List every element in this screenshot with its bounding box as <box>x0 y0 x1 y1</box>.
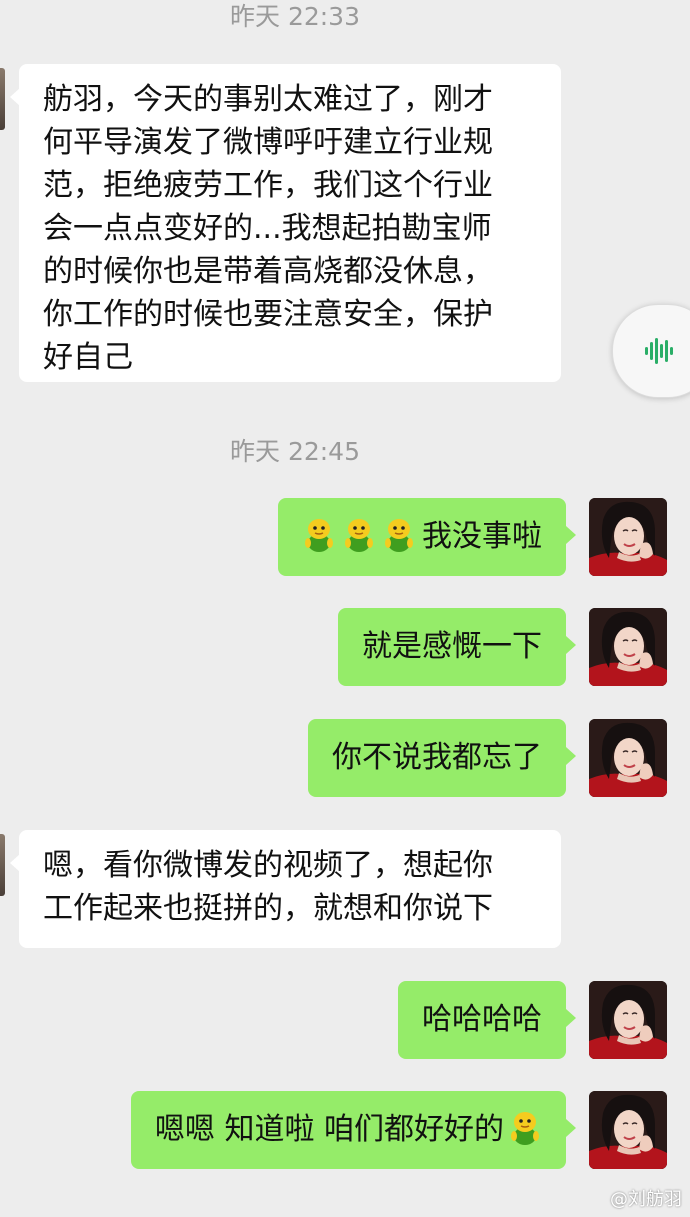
my-avatar[interactable] <box>589 498 667 576</box>
avatar-photo <box>589 498 667 576</box>
avatar-photo <box>589 1091 667 1169</box>
my-avatar[interactable] <box>589 719 667 797</box>
outgoing-message-bubble[interactable]: 我没事啦 <box>278 498 576 576</box>
avatar-photo <box>589 719 667 797</box>
message-text: 你不说我都忘了 <box>332 740 542 775</box>
message-text: 嗯嗯 知道啦 咱们都好好的 <box>154 1112 504 1147</box>
my-avatar[interactable] <box>589 608 667 686</box>
message-line: 的时候你也是带着高烧都没休息， <box>43 254 493 289</box>
bird-emoji-icon <box>508 1109 542 1145</box>
message-line: 嗯，看你微博发的视频了，想起你 <box>43 848 493 883</box>
avatar-photo <box>589 608 667 686</box>
timestamp: 昨天 22:33 <box>230 2 360 31</box>
watermark: @刘舫羽 <box>610 1189 682 1210</box>
outgoing-message-bubble[interactable]: 哈哈哈哈 <box>398 981 576 1059</box>
my-avatar[interactable] <box>589 981 667 1059</box>
outgoing-message-bubble[interactable]: 你不说我都忘了 <box>308 719 576 797</box>
message-line: 你工作的时候也要注意安全，保护 <box>43 297 493 332</box>
message-line: 好自己 <box>43 340 133 375</box>
contact-avatar[interactable] <box>0 834 5 896</box>
incoming-message-bubble[interactable]: 舫羽，今天的事别太难过了，刚才 何平导演发了微博呼吁建立行业规 范，拒绝疲劳工作… <box>10 64 561 382</box>
message-line: 何平导演发了微博呼吁建立行业规 <box>43 125 493 160</box>
avatar-photo <box>589 981 667 1059</box>
message-line: 舫羽，今天的事别太难过了，刚才 <box>43 82 493 117</box>
contact-avatar[interactable] <box>0 68 5 130</box>
incoming-message-bubble[interactable]: 嗯，看你微博发的视频了，想起你 工作起来也挺拼的，就想和你说下 <box>10 830 561 948</box>
outgoing-message-bubble[interactable]: 就是感慨一下 <box>338 608 576 686</box>
bird-emoji-icon <box>302 516 336 552</box>
voice-input-button[interactable] <box>612 304 690 398</box>
my-avatar[interactable] <box>589 1091 667 1169</box>
voice-waveform-icon <box>645 338 673 364</box>
bird-emoji-icon <box>382 516 416 552</box>
message-line: 会一点点变好的...我想起拍勘宝师 <box>43 211 492 246</box>
message-line: 工作起来也挺拼的，就想和你说下 <box>43 891 493 926</box>
message-text: 我没事啦 <box>422 519 542 554</box>
outgoing-message-bubble[interactable]: 嗯嗯 知道啦 咱们都好好的 <box>130 1091 577 1169</box>
message-text: 就是感慨一下 <box>362 629 542 664</box>
message-line: 范，拒绝疲劳工作，我们这个行业 <box>43 168 493 203</box>
bird-emoji-icon <box>342 516 376 552</box>
message-text: 哈哈哈哈 <box>422 1002 542 1037</box>
timestamp: 昨天 22:45 <box>230 437 360 466</box>
